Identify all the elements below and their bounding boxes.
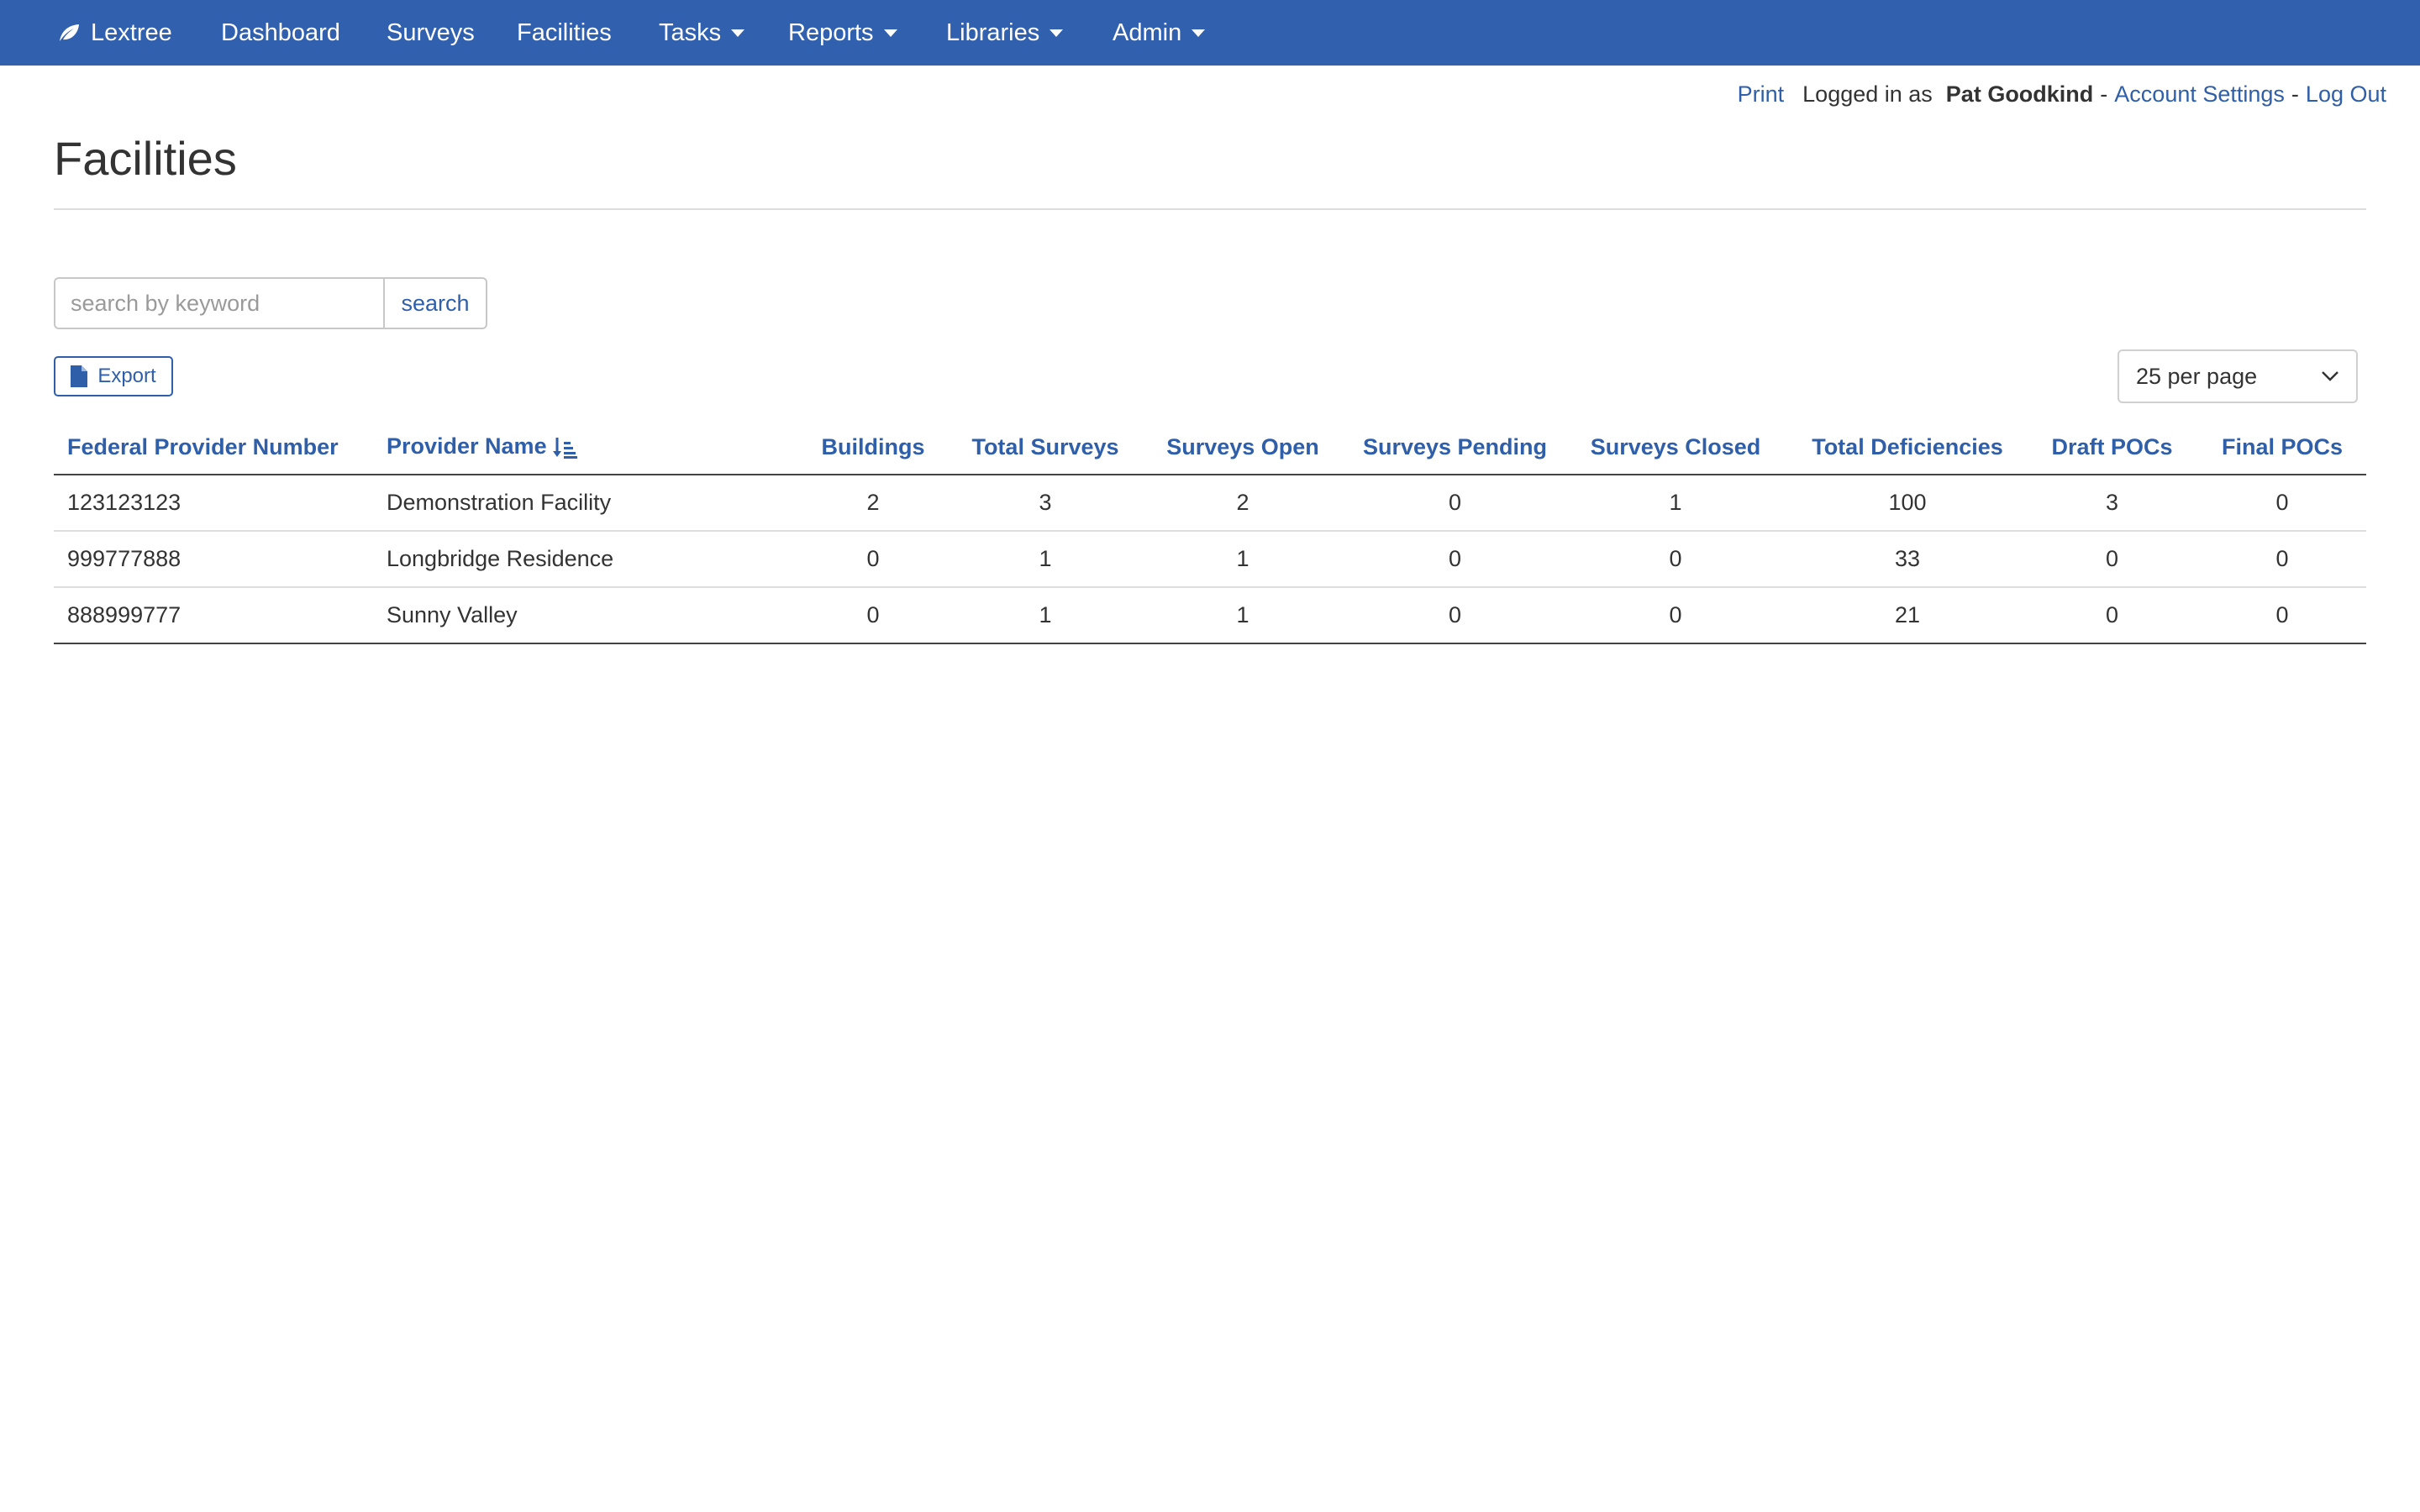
column-header-provider-name[interactable]: Provider Name (373, 420, 793, 475)
column-header-label: Surveys Closed (1590, 433, 1761, 459)
nav-facilities-label: Facilities (517, 18, 612, 46)
column-header-total-deficiencies[interactable]: Total Deficiencies (1789, 420, 2026, 475)
sort-alpha-down-icon (552, 437, 577, 459)
column-header-surveys-open[interactable]: Surveys Open (1138, 420, 1348, 475)
search-button[interactable]: search (383, 277, 487, 329)
search-group: search (54, 277, 487, 329)
per-page-value: 25 per page (2136, 363, 2258, 389)
caret-down-icon (883, 29, 897, 37)
column-header-label: Draft POCs (2051, 433, 2173, 459)
nav-admin-label: Admin (1113, 18, 1182, 46)
cell-surveys-open: 2 (1138, 475, 1348, 532)
cell-federal-provider-number: 999777888 (54, 531, 373, 588)
cell-provider-name: Sunny Valley (373, 587, 793, 644)
cell-total-deficiencies: 33 (1789, 531, 2026, 588)
cell-final-pocs: 0 (2198, 475, 2366, 532)
column-header-label: Surveys Open (1166, 433, 1319, 459)
logged-in-label: Logged in as (1802, 81, 1933, 107)
cell-surveys-closed: 0 (1562, 531, 1789, 588)
cell-surveys-pending: 0 (1348, 587, 1562, 644)
cell-final-pocs: 0 (2198, 587, 2366, 644)
nav-tasks-dropdown[interactable]: Tasks (659, 0, 745, 66)
log-out-link[interactable]: Log Out (2306, 81, 2386, 108)
separator: - (2291, 81, 2299, 107)
nav-libraries-label: Libraries (946, 18, 1040, 46)
cell-surveys-closed: 0 (1562, 587, 1789, 644)
table-row[interactable]: 123123123 Demonstration Facility 2 3 2 0… (54, 475, 2366, 532)
cell-draft-pocs: 0 (2026, 531, 2198, 588)
column-header-label: Provider Name (387, 433, 547, 459)
cell-buildings: 0 (793, 587, 953, 644)
caret-down-icon (731, 29, 745, 37)
cell-surveys-pending: 0 (1348, 531, 1562, 588)
brand-name: Lextree (91, 18, 172, 46)
caret-down-icon (1050, 29, 1064, 37)
print-link[interactable]: Print (1738, 81, 1785, 108)
cell-provider-name: Demonstration Facility (373, 475, 793, 532)
facilities-table: Federal Provider Number Provider Name Bu… (54, 420, 2366, 644)
user-bar: Print Logged in as Pat Goodkind - Accoun… (1738, 77, 2386, 111)
cell-total-surveys: 3 (953, 475, 1138, 532)
brand-link[interactable]: Lextree (57, 0, 172, 66)
cell-total-surveys: 1 (953, 587, 1138, 644)
cell-surveys-closed: 1 (1562, 475, 1789, 532)
export-label: Export (97, 365, 156, 387)
column-header-total-surveys[interactable]: Total Surveys (953, 420, 1138, 475)
chevron-down-icon (2322, 371, 2338, 381)
column-header-surveys-closed[interactable]: Surveys Closed (1562, 420, 1789, 475)
nav-surveys[interactable]: Surveys (387, 0, 475, 66)
cell-federal-provider-number: 888999777 (54, 587, 373, 644)
column-header-buildings[interactable]: Buildings (793, 420, 953, 475)
table-header-row: Federal Provider Number Provider Name Bu… (54, 420, 2366, 475)
column-header-label: Final POCs (2221, 433, 2344, 459)
cell-final-pocs: 0 (2198, 531, 2366, 588)
leaf-icon (60, 24, 79, 41)
nav-dashboard-label: Dashboard (221, 18, 340, 46)
table-row[interactable]: 999777888 Longbridge Residence 0 1 1 0 0… (54, 531, 2366, 588)
account-settings-link[interactable]: Account Settings (2114, 81, 2285, 108)
nav-dashboard[interactable]: Dashboard (221, 0, 340, 66)
export-button[interactable]: Export (54, 356, 173, 396)
column-header-draft-pocs[interactable]: Draft POCs (2026, 420, 2198, 475)
separator: - (2100, 81, 2108, 107)
cell-total-deficiencies: 100 (1789, 475, 2026, 532)
title-divider (54, 208, 2366, 210)
cell-draft-pocs: 0 (2026, 587, 2198, 644)
file-icon (71, 365, 88, 387)
column-header-label: Total Surveys (971, 433, 1119, 459)
username: Pat Goodkind (1945, 81, 2094, 107)
nav-tasks-label: Tasks (659, 18, 722, 46)
cell-buildings: 0 (793, 531, 953, 588)
cell-surveys-pending: 0 (1348, 475, 1562, 532)
cell-provider-name: Longbridge Residence (373, 531, 793, 588)
column-header-surveys-pending[interactable]: Surveys Pending (1348, 420, 1562, 475)
caret-down-icon (1192, 29, 1206, 37)
cell-total-surveys: 1 (953, 531, 1138, 588)
nav-libraries-dropdown[interactable]: Libraries (946, 0, 1064, 66)
cell-surveys-open: 1 (1138, 531, 1348, 588)
cell-federal-provider-number: 123123123 (54, 475, 373, 532)
page-title: Facilities (54, 132, 237, 185)
top-navbar: Lextree Dashboard Surveys Facilities Tas… (0, 0, 2420, 66)
search-input[interactable] (54, 277, 383, 329)
nav-surveys-label: Surveys (387, 18, 475, 46)
column-header-label: Surveys Pending (1362, 433, 1548, 459)
column-header-label: Total Deficiencies (1812, 433, 2003, 459)
cell-buildings: 2 (793, 475, 953, 532)
column-header-federal-provider-number[interactable]: Federal Provider Number (54, 420, 373, 475)
column-header-final-pocs[interactable]: Final POCs (2198, 420, 2366, 475)
cell-total-deficiencies: 21 (1789, 587, 2026, 644)
nav-reports-dropdown[interactable]: Reports (788, 0, 897, 66)
cell-surveys-open: 1 (1138, 587, 1348, 644)
column-header-label: Federal Provider Number (67, 433, 339, 459)
table-row[interactable]: 888999777 Sunny Valley 0 1 1 0 0 21 0 0 (54, 587, 2366, 644)
column-header-label: Buildings (821, 433, 925, 459)
per-page-select[interactable]: 25 per page (2118, 349, 2358, 403)
nav-facilities[interactable]: Facilities (517, 0, 612, 66)
cell-draft-pocs: 3 (2026, 475, 2198, 532)
nav-reports-label: Reports (788, 18, 874, 46)
nav-admin-dropdown[interactable]: Admin (1113, 0, 1206, 66)
